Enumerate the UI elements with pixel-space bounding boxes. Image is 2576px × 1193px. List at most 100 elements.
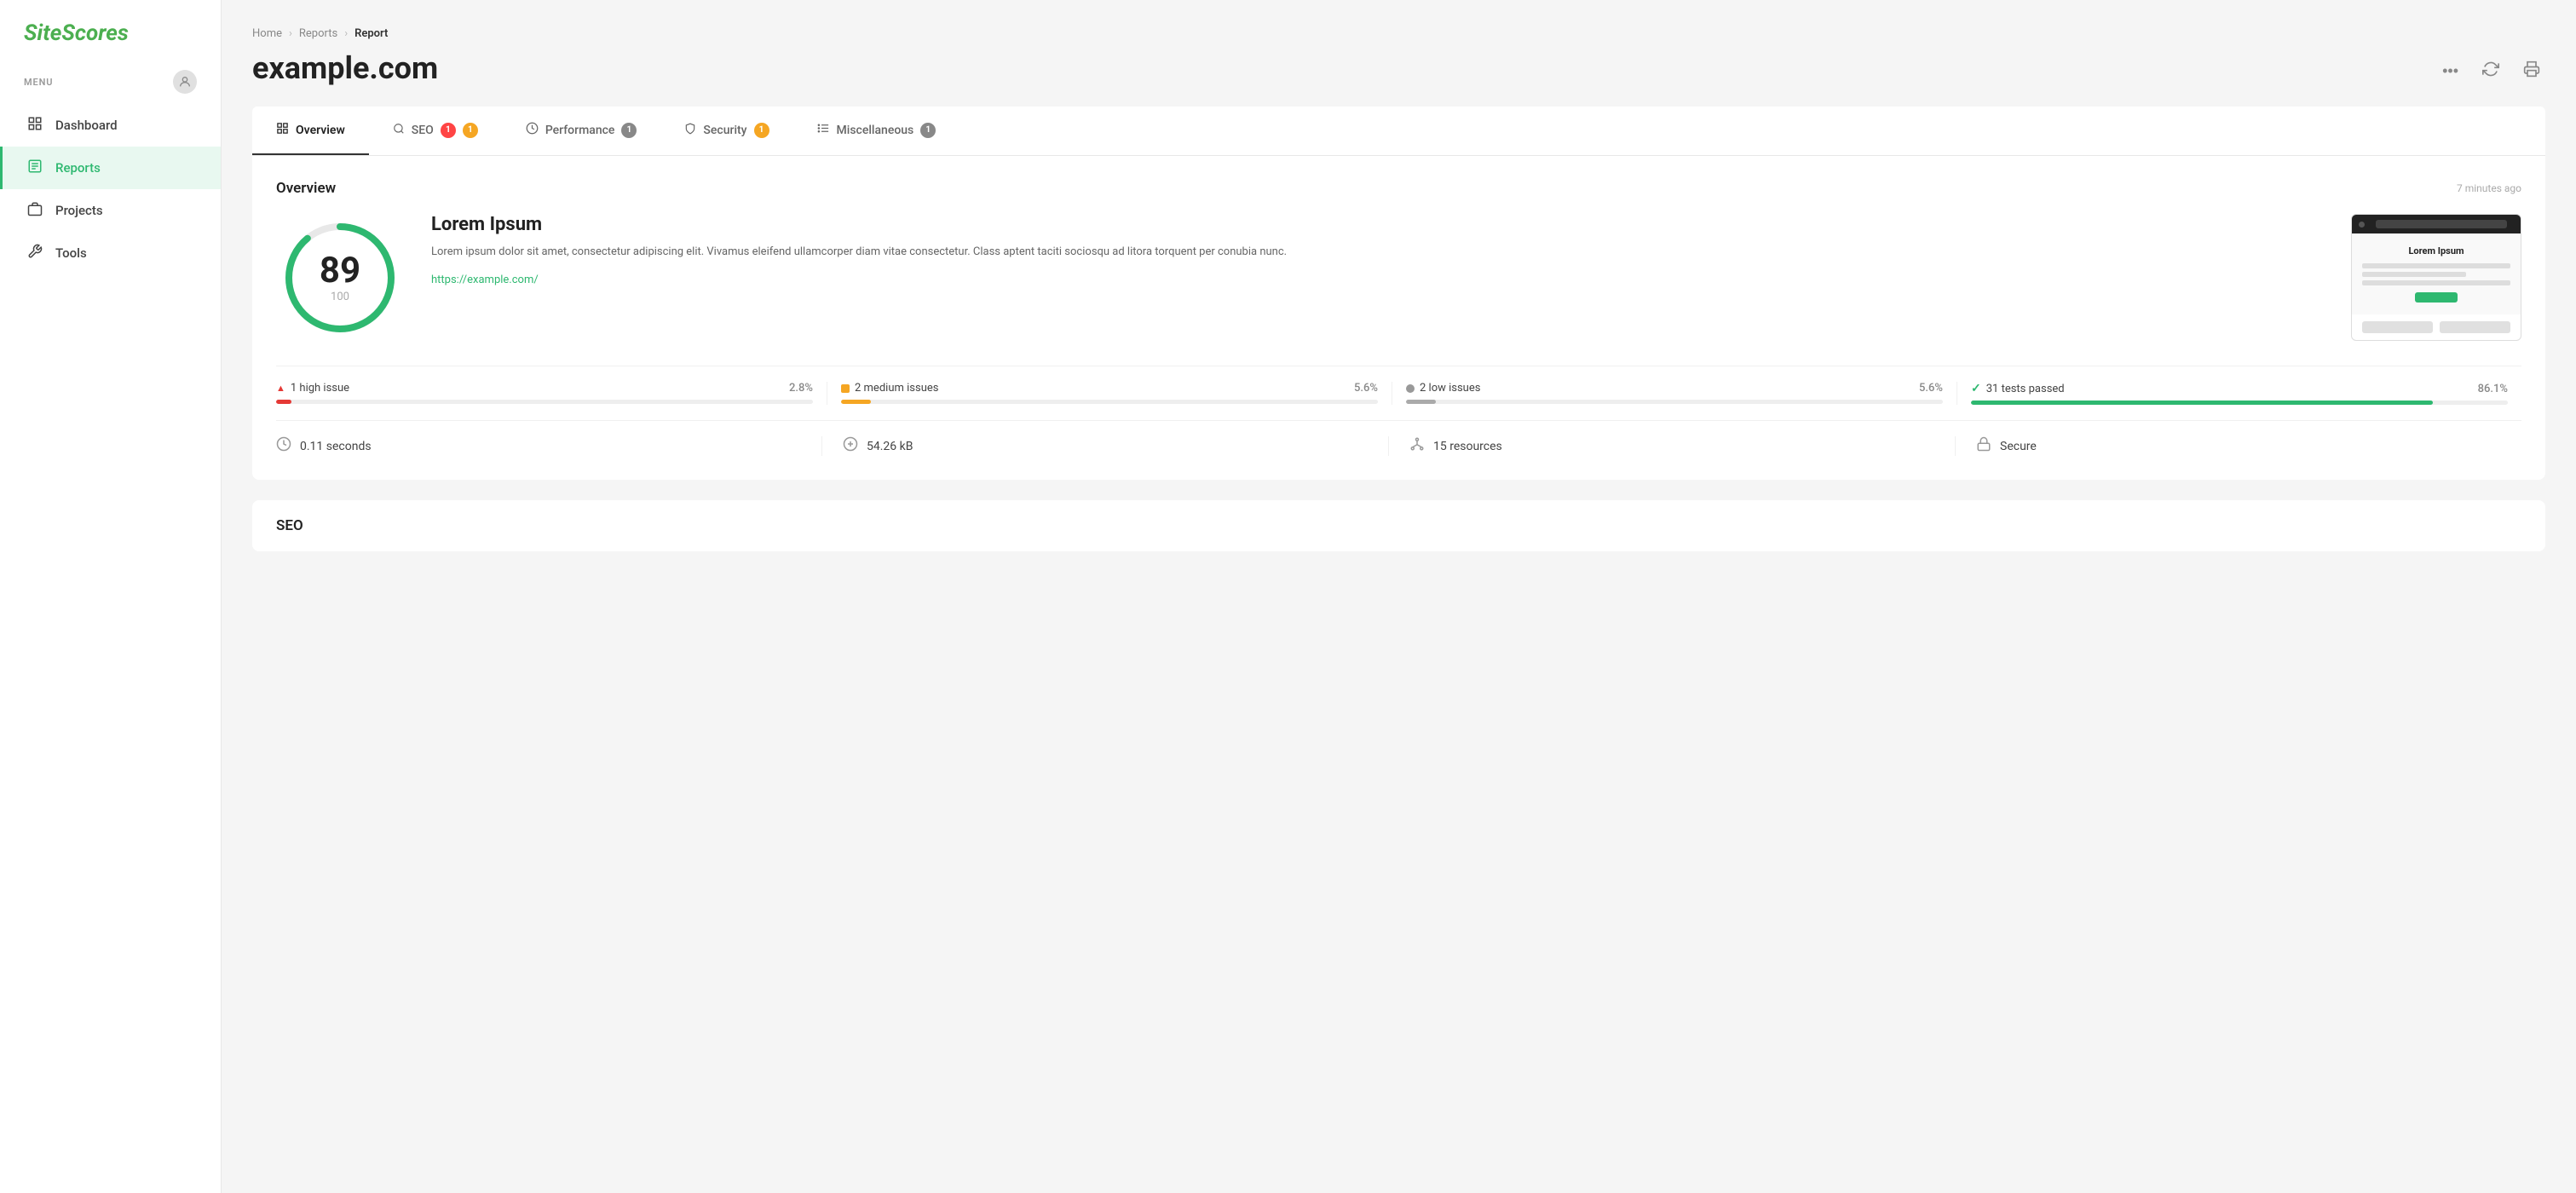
breadcrumb-sep-2: ›	[344, 27, 348, 40]
issue-label-row-high: ▲ 1 high issue 2.8%	[276, 382, 813, 395]
site-description: Lorem ipsum dolor sit amet, consectetur …	[431, 244, 2324, 262]
issue-label-left-passed: ✓ 31 tests passed	[1971, 382, 2065, 395]
high-issue-pct: 2.8%	[789, 382, 813, 395]
site-screenshot: Lorem Ipsum	[2351, 214, 2521, 341]
dashboard-icon	[26, 116, 43, 135]
size-icon	[843, 436, 858, 456]
issue-label-row-medium: 2 medium issues 5.6%	[841, 382, 1378, 395]
overview-top: 89 100 Lorem Ipsum Lorem ipsum dolor sit…	[276, 214, 2521, 342]
overview-tab-icon	[276, 122, 289, 138]
stat-time: 0.11 seconds	[276, 436, 821, 456]
medium-issue-label: 2 medium issues	[855, 382, 938, 395]
refresh-button[interactable]	[2477, 57, 2504, 85]
seo-badge-yellow: 1	[463, 123, 478, 138]
breadcrumb-reports[interactable]: Reports	[299, 27, 337, 40]
tab-section: Overview SEO 1 1	[252, 107, 2545, 551]
footer-block-2	[2440, 321, 2510, 333]
stat-resources: 15 resources	[1388, 436, 1955, 456]
breadcrumb: Home › Reports › Report	[252, 27, 2545, 40]
medium-issue-pct: 5.6%	[1354, 382, 1378, 395]
overview-card: Overview 7 minutes ago 89 100	[252, 156, 2545, 480]
performance-badge: 1	[621, 123, 637, 138]
screenshot-lines	[2362, 263, 2510, 285]
stats-row: 0.11 seconds 54.26 kB	[276, 420, 2521, 456]
passed-bar-fill	[1971, 401, 2433, 405]
issue-col-medium: 2 medium issues 5.6%	[827, 382, 1392, 405]
avatar-icon[interactable]	[173, 70, 197, 94]
stat-resources-value: 15 resources	[1433, 440, 1502, 453]
stat-time-value: 0.11 seconds	[300, 440, 372, 453]
breadcrumb-current: Report	[354, 27, 388, 40]
stat-secure-value: Secure	[2000, 440, 2037, 453]
low-issue-pct: 5.6%	[1919, 382, 1943, 395]
sidebar-menu-header: MENU	[0, 63, 221, 104]
site-url[interactable]: https://example.com/	[431, 274, 539, 286]
security-tab-icon	[684, 123, 696, 138]
passed-pct: 86.1%	[2478, 383, 2508, 395]
footer-block-1	[2362, 321, 2433, 333]
site-name: Lorem Ipsum	[431, 214, 2324, 235]
tab-misc-label: Miscellaneous	[837, 124, 914, 137]
issue-col-high: ▲ 1 high issue 2.8%	[276, 382, 827, 405]
screenshot-line-3	[2362, 280, 2510, 285]
issue-label-left-medium: 2 medium issues	[841, 382, 938, 395]
time-icon	[276, 436, 291, 456]
overview-site-info: Lorem Ipsum Lorem ipsum dolor sit amet, …	[431, 214, 2324, 286]
page-header: example.com •••	[252, 50, 2545, 86]
low-bar-fill	[1406, 400, 1436, 404]
tab-performance[interactable]: Performance 1	[502, 107, 661, 155]
seo-tab-icon	[393, 123, 405, 138]
seo-section-title: SEO	[276, 517, 303, 534]
stat-size-value: 54.26 kB	[867, 440, 913, 453]
tools-icon	[26, 244, 43, 262]
tab-seo[interactable]: SEO 1 1	[369, 107, 502, 155]
low-circle-icon	[1406, 384, 1415, 393]
performance-tab-icon	[526, 122, 539, 138]
high-bar-track	[276, 400, 813, 404]
overview-section-header: Overview 7 minutes ago	[276, 180, 2521, 197]
score-circle: 89 100	[276, 214, 404, 342]
screenshot-toolbar	[2352, 215, 2521, 233]
print-button[interactable]	[2518, 57, 2545, 85]
overview-section-title: Overview	[276, 180, 336, 197]
tab-miscellaneous[interactable]: Miscellaneous 1	[793, 107, 960, 155]
seo-badge-red: 1	[441, 123, 456, 138]
sidebar-item-label: Reports	[55, 160, 101, 176]
misc-badge: 1	[920, 123, 936, 138]
low-bar-track	[1406, 400, 1943, 404]
score-inner: 89 100	[320, 253, 360, 303]
app-logo: SiteScores	[0, 0, 221, 63]
main-content: Home › Reports › Report example.com •••	[222, 0, 2576, 1193]
medium-bar-fill	[841, 400, 871, 404]
sidebar-nav: Dashboard Reports Projects	[0, 104, 221, 274]
breadcrumb-home[interactable]: Home	[252, 27, 282, 40]
toolbar-urlbar	[2376, 220, 2507, 228]
issue-label-left-low: 2 low issues	[1406, 382, 1480, 395]
passed-label: 31 tests passed	[1986, 383, 2065, 395]
passed-check-icon: ✓	[1971, 382, 1981, 395]
issue-label-left-high: ▲ 1 high issue	[276, 382, 349, 395]
low-issue-label: 2 low issues	[1420, 382, 1480, 395]
misc-tab-icon	[817, 122, 830, 138]
sidebar-item-label: Tools	[55, 245, 87, 261]
sidebar-item-tools[interactable]: Tools	[0, 232, 221, 274]
stat-secure: Secure	[1955, 436, 2521, 456]
sidebar-item-reports[interactable]: Reports	[0, 147, 221, 189]
breadcrumb-sep-1: ›	[289, 27, 292, 40]
passed-bar-track	[1971, 401, 2508, 405]
medium-square-icon	[841, 384, 850, 393]
tab-overview[interactable]: Overview	[252, 107, 369, 155]
sidebar-item-dashboard[interactable]: Dashboard	[0, 104, 221, 147]
screenshot-body: Lorem Ipsum	[2352, 233, 2521, 314]
medium-bar-track	[841, 400, 1378, 404]
score-max: 100	[320, 291, 360, 303]
tab-security[interactable]: Security 1	[660, 107, 792, 155]
security-badge: 1	[754, 123, 769, 138]
high-issue-label: 1 high issue	[291, 382, 349, 395]
high-bar-fill	[276, 400, 291, 404]
screenshot-footer	[2352, 314, 2521, 340]
page-header-actions: •••	[2437, 57, 2545, 85]
sidebar-item-projects[interactable]: Projects	[0, 189, 221, 232]
sidebar: SiteScores MENU Dashboard	[0, 0, 222, 1193]
more-options-button[interactable]: •••	[2437, 59, 2464, 84]
